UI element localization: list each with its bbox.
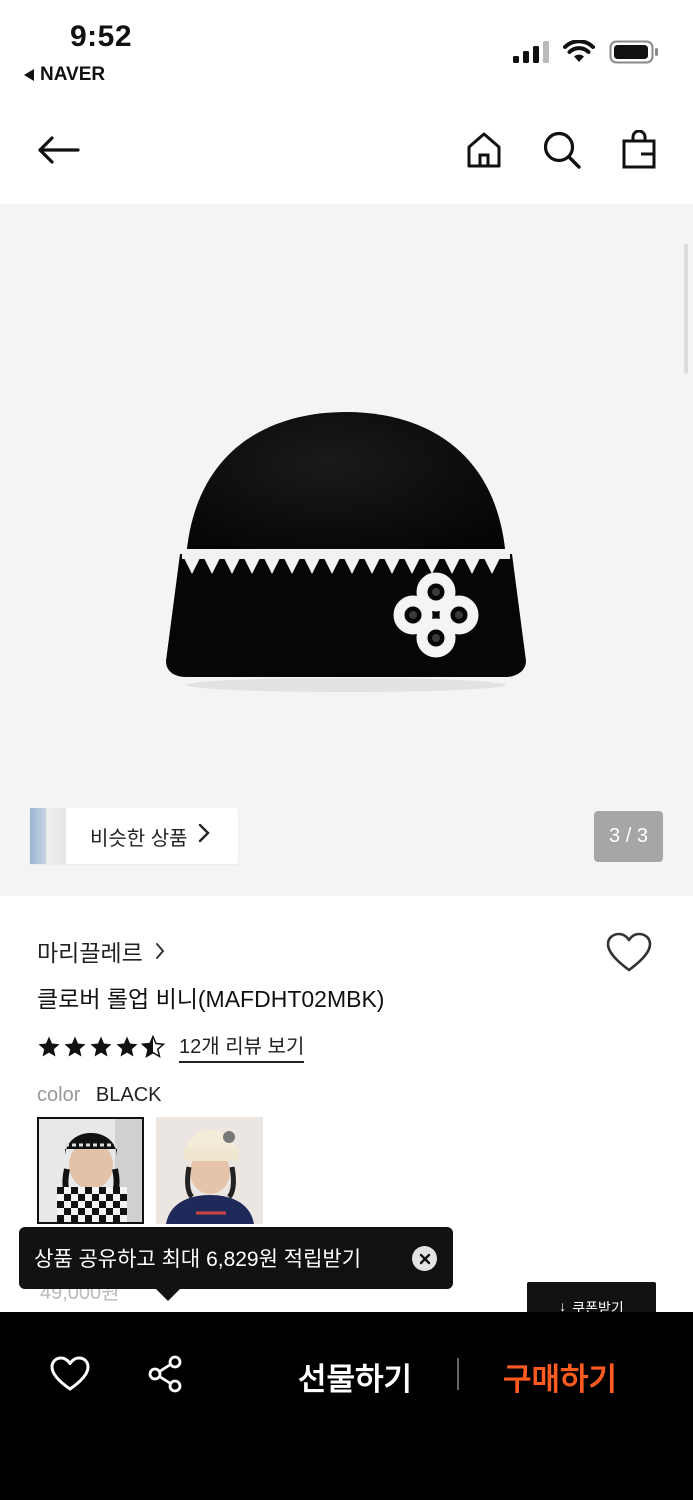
scroll-indicator (684, 244, 688, 374)
tooltip-text: 상품 공유하고 최대 6,829원 적립받기 (34, 1248, 362, 1271)
star-half-icon (141, 1034, 165, 1058)
bottom-wishlist-button[interactable] (48, 1352, 92, 1396)
color-swatches (37, 1117, 263, 1224)
cart-button[interactable] (617, 128, 661, 172)
chevron-right-icon (198, 823, 210, 849)
brand-link[interactable]: 마리끌레르 (37, 934, 165, 968)
search-button[interactable] (540, 128, 584, 172)
color-label: color (37, 1084, 81, 1106)
star-filled-icon (90, 1036, 112, 1056)
wishlist-button[interactable] (606, 932, 652, 979)
heart-icon (50, 1356, 90, 1391)
swatch-black-photo (37, 1117, 144, 1224)
swatch-ivory[interactable] (156, 1117, 263, 1224)
brand-name: 마리끌레르 (37, 940, 143, 966)
heart-icon (606, 932, 652, 972)
swatch-black[interactable] (37, 1117, 144, 1224)
star-filled-icon (116, 1036, 138, 1056)
share-icon (148, 1355, 182, 1393)
signal-icon (513, 41, 549, 63)
status-bar: 9:52 NAVER (0, 0, 693, 95)
color-row: color BLACK (37, 1084, 162, 1107)
chevron-right-icon (155, 943, 165, 959)
image-page-counter: 3 / 3 (594, 811, 663, 862)
share-reward-tooltip: 상품 공유하고 최대 6,829원 적립받기 (19, 1227, 453, 1301)
tooltip-pointer (156, 1289, 180, 1301)
similar-products-thumbnail (30, 808, 66, 864)
back-app-label: NAVER (40, 64, 106, 85)
status-time: 9:52 (70, 20, 133, 53)
back-to-app-link[interactable]: NAVER (24, 64, 105, 86)
arrow-left-icon (38, 136, 80, 164)
status-icons (513, 40, 659, 64)
color-value: BLACK (95, 1084, 162, 1106)
product-image-beanie (166, 412, 526, 692)
battery-icon (609, 40, 658, 64)
buy-button[interactable]: 구매하기 (503, 1354, 617, 1399)
search-icon (543, 131, 581, 169)
bottom-action-bar: 선물하기 구매하기 (0, 1312, 693, 1500)
shopping-bag-icon (622, 130, 656, 169)
home-button[interactable] (462, 128, 506, 172)
similar-products-button[interactable]: 비슷한 상품 (30, 808, 238, 864)
share-button[interactable] (143, 1352, 187, 1396)
star-filled-icon (38, 1036, 60, 1056)
similar-products-label: 비슷한 상품 (90, 827, 188, 850)
rating-row: 12개 리뷰 보기 (37, 1030, 305, 1063)
bottom-divider (457, 1358, 459, 1390)
star-rating (37, 1034, 165, 1059)
back-triangle-icon (24, 69, 34, 81)
home-icon (467, 132, 501, 168)
swatch-ivory-photo (156, 1117, 263, 1224)
wifi-icon (563, 40, 595, 62)
tooltip-close-button[interactable] (412, 1246, 437, 1271)
gift-button[interactable]: 선물하기 (298, 1354, 412, 1399)
product-image-gallery[interactable]: 비슷한 상품 3 / 3 (0, 204, 693, 896)
review-link[interactable]: 12개 리뷰 보기 (179, 1030, 305, 1063)
app-header (0, 110, 693, 190)
close-icon (419, 1253, 430, 1264)
product-name: 클로버 롤업 비니(MAFDHT02MBK) (37, 986, 385, 1012)
star-filled-icon (64, 1036, 86, 1056)
back-button[interactable] (36, 128, 80, 172)
